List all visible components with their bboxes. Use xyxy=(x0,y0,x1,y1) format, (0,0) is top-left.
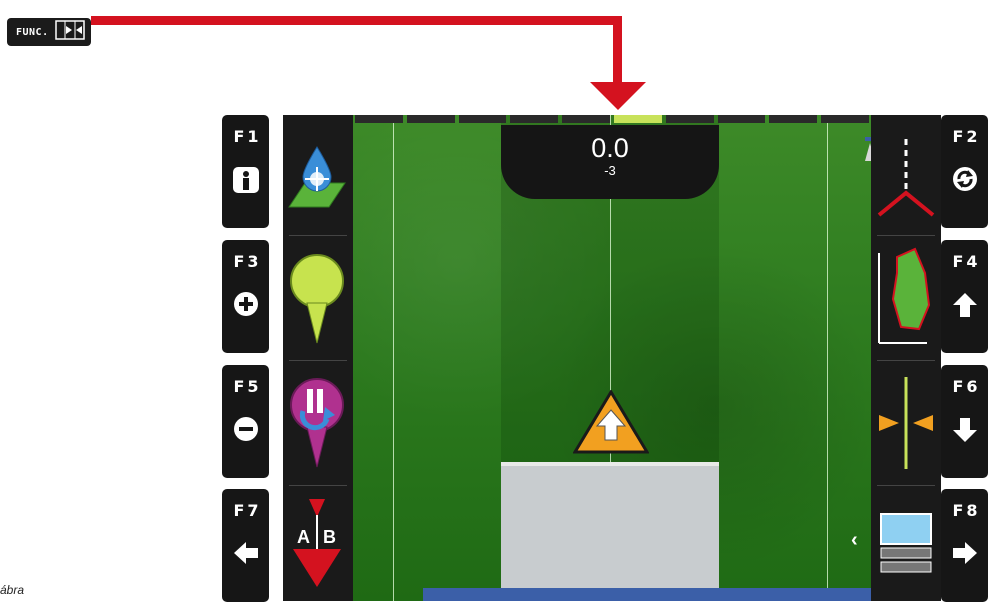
f4-key[interactable]: F4 xyxy=(941,240,988,353)
lightbar-segment xyxy=(562,115,610,123)
info-icon xyxy=(232,166,260,199)
f1-key[interactable]: F1 xyxy=(222,115,269,228)
arrow-left-icon xyxy=(232,540,260,571)
field-boundary-icon xyxy=(878,247,931,344)
map-layer-button[interactable] xyxy=(287,143,347,213)
implement-area xyxy=(501,462,719,601)
field-boundary-button[interactable] xyxy=(875,243,937,353)
deviation-sub-value: -3 xyxy=(604,163,616,178)
ab-line-icon: A B xyxy=(293,499,341,587)
f3-key[interactable]: F3 xyxy=(222,240,269,353)
vehicle-position-icon xyxy=(573,390,649,454)
ab-line-button[interactable]: A B xyxy=(287,495,347,595)
left-toolbar: A B xyxy=(283,115,353,601)
guidance-mode-button[interactable] xyxy=(875,135,937,225)
screen-layout-icon xyxy=(880,513,932,573)
plus-icon xyxy=(233,291,259,322)
guidance-mode-icon xyxy=(877,139,935,217)
f3-label: F3 xyxy=(233,252,262,271)
f8-label: F8 xyxy=(952,501,981,520)
map-layer-icon xyxy=(288,146,346,208)
arrow-down-icon xyxy=(952,416,978,449)
lightbar-segment xyxy=(769,115,818,123)
arrow-right-icon xyxy=(951,540,979,571)
pointer-arrow-head xyxy=(590,82,646,110)
f5-label: F5 xyxy=(233,377,262,396)
f2-label: F2 xyxy=(952,127,981,146)
toolbar-divider xyxy=(877,485,935,486)
lightbar-segment xyxy=(665,115,714,123)
svg-text:B: B xyxy=(323,527,336,547)
arrow-up-icon xyxy=(952,291,978,324)
minus-icon xyxy=(233,416,259,447)
toolbar-divider xyxy=(289,485,347,486)
status-bar xyxy=(423,588,941,601)
lightbar-segment xyxy=(406,115,455,123)
svg-text:A: A xyxy=(297,527,310,547)
lightbar-segment xyxy=(355,115,403,123)
pause-recording-button[interactable] xyxy=(287,373,347,473)
f4-label: F4 xyxy=(952,252,981,271)
f1-label: F1 xyxy=(233,127,262,146)
pause-return-icon xyxy=(290,378,344,468)
center-section-icon xyxy=(879,377,933,469)
f2-key[interactable]: F2 xyxy=(941,115,988,228)
f8-key[interactable]: F8 xyxy=(941,489,988,602)
lightbar-segment-active xyxy=(613,115,662,123)
guidance-screen: 0.0 -3 A B ‹ xyxy=(283,115,941,601)
lightbar xyxy=(353,115,871,125)
center-section-button[interactable] xyxy=(875,373,937,473)
guidance-line-right xyxy=(827,115,828,601)
f7-label: F7 xyxy=(233,501,262,520)
lightbar-segment xyxy=(717,115,766,123)
f5-key[interactable]: F5 xyxy=(222,365,269,478)
toolbar-divider xyxy=(877,360,935,361)
deviation-readout: 0.0 -3 xyxy=(501,125,719,199)
toolbar-divider xyxy=(877,235,935,236)
toolbar-divider xyxy=(289,360,347,361)
lightbar-segment xyxy=(510,115,559,123)
mark-point-button[interactable] xyxy=(287,247,347,347)
right-toolbar xyxy=(871,115,941,601)
field-view: 0.0 -3 xyxy=(353,115,941,601)
guidance-line-left xyxy=(393,115,394,601)
screen-layout-button[interactable] xyxy=(875,510,937,590)
lightbar-segment xyxy=(821,115,869,123)
f6-label: F6 xyxy=(952,377,981,396)
map-pin-icon xyxy=(290,254,344,344)
f7-key[interactable]: F7 xyxy=(222,489,269,602)
lightbar-segment xyxy=(458,115,507,123)
f6-key[interactable]: F6 xyxy=(941,365,988,478)
toolbar-divider xyxy=(289,235,347,236)
figure-caption: ábra xyxy=(0,583,25,597)
rotate-icon xyxy=(952,166,978,197)
expand-panel-chevron[interactable]: ‹ xyxy=(851,529,858,552)
deviation-value: 0.0 xyxy=(591,133,629,163)
